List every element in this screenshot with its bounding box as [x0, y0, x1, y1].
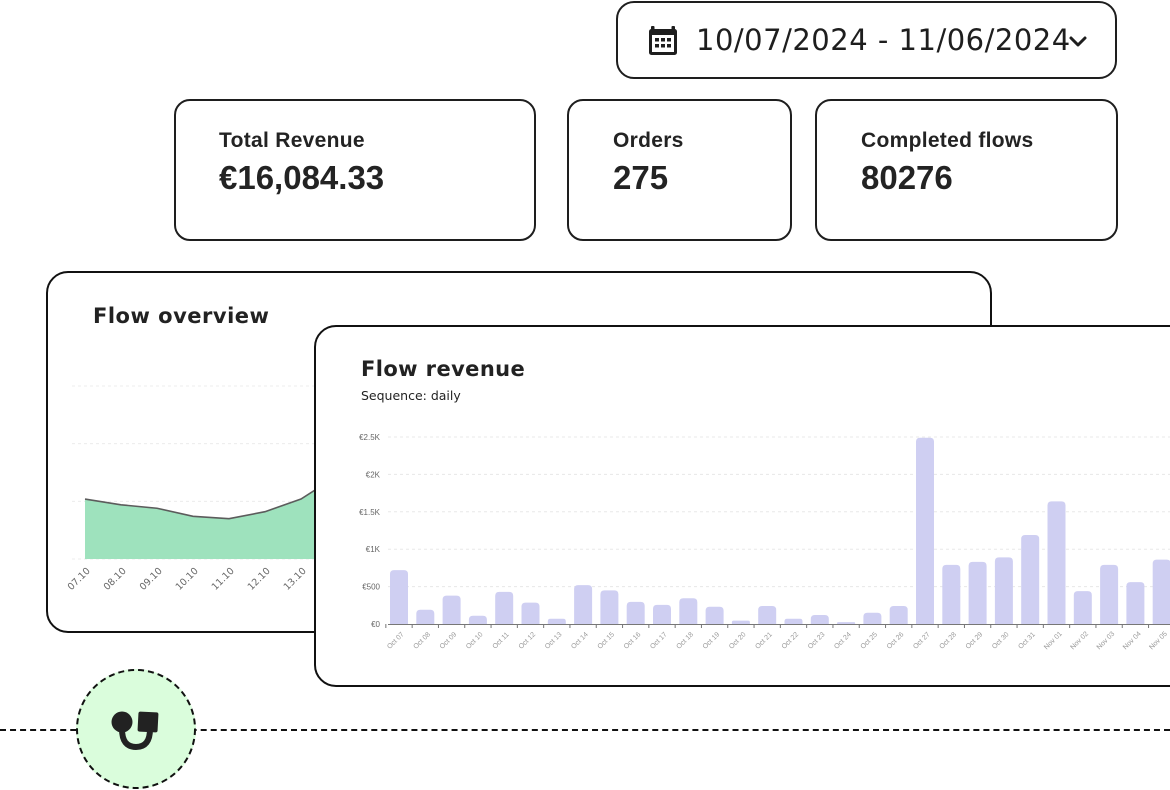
x-tick-label: Oct 20	[728, 631, 748, 651]
bar	[705, 606, 724, 624]
x-tick-label: Oct 12	[518, 631, 538, 651]
bar	[390, 570, 408, 624]
x-tick-label: 08.10	[102, 566, 129, 593]
x-tick-label: Oct 22	[781, 631, 801, 651]
date-range-picker[interactable]: 10/07/2024 - 11/06/2024	[616, 1, 1117, 79]
x-tick-label: Oct 18	[675, 631, 695, 651]
y-tick-label: €1K	[366, 545, 381, 554]
bar	[679, 598, 698, 624]
y-tick-label: €2.5K	[359, 433, 381, 442]
total-revenue-value: €16,084.33	[219, 159, 385, 196]
x-tick-label: Oct 31	[1017, 631, 1037, 651]
y-tick-label: €1.5K	[359, 508, 381, 517]
x-tick-label: Oct 27	[912, 631, 932, 651]
y-tick-label: €2K	[366, 470, 381, 479]
completed-flows-value: 80276	[861, 159, 953, 196]
bar	[1100, 564, 1119, 624]
bar	[442, 595, 461, 624]
x-tick-label: Oct 08	[412, 631, 432, 651]
flow-revenue-panel: Flow revenue Sequence: daily €0 €500 €1K €1…	[314, 325, 1170, 687]
x-tick-label: Nov 05	[1148, 631, 1169, 652]
x-tick-label: Oct 14	[570, 631, 590, 651]
x-tick-label: Oct 07	[386, 631, 406, 651]
x-tick-label: Oct 15	[597, 631, 617, 651]
x-tick-label: 12.10	[246, 566, 273, 593]
orders-value: 275	[613, 159, 669, 196]
bar	[495, 591, 514, 624]
x-tick-label: 07.10	[66, 566, 93, 593]
x-tick-label: Oct 23	[807, 631, 827, 651]
bar	[416, 609, 435, 624]
orders-label: Orders	[613, 129, 684, 152]
y-tick-label: €500	[362, 583, 380, 592]
flow-badge	[76, 669, 196, 789]
x-tick-label: Oct 16	[623, 631, 643, 651]
bar	[521, 602, 540, 624]
bar	[1021, 534, 1040, 624]
x-tick-label: Oct 25	[860, 631, 880, 651]
bar	[810, 615, 829, 624]
bar	[889, 606, 908, 624]
x-tick-label: Oct 24	[833, 631, 853, 651]
date-range-value: 10/07/2024 - 11/06/2024	[696, 23, 1071, 57]
bar	[758, 606, 777, 624]
x-tick-label: Nov 04	[1122, 631, 1143, 652]
bar	[968, 561, 987, 624]
bar	[600, 590, 619, 624]
x-tick-label: Oct 17	[649, 631, 669, 651]
x-tick-label: Oct 28	[938, 631, 958, 651]
total-revenue-label: Total Revenue	[219, 129, 365, 152]
bar	[1126, 582, 1145, 624]
bar	[626, 601, 645, 624]
bar	[574, 585, 593, 624]
bar	[1152, 559, 1170, 624]
x-tick-label: Nov 02	[1069, 631, 1090, 652]
x-tick-label: Oct 11	[492, 631, 511, 650]
bar	[942, 564, 961, 624]
x-tick-label: Oct 26	[886, 631, 906, 651]
x-tick-label: 13.10	[282, 566, 309, 593]
x-tick-label: Nov 03	[1096, 631, 1117, 652]
total-revenue-card: Total Revenue €16,084.33	[174, 99, 536, 241]
x-tick-label: Oct 09	[439, 631, 459, 651]
x-tick-label: Oct 13	[544, 631, 564, 651]
bar	[863, 612, 882, 624]
x-tick-label: Nov 01	[1043, 631, 1064, 652]
chevron-down-icon[interactable]	[1067, 31, 1089, 53]
x-tick-label: 10.10	[174, 566, 201, 593]
bar	[731, 620, 750, 624]
bar	[784, 618, 803, 624]
x-tick-label: Oct 10	[465, 631, 485, 651]
calendar-icon	[649, 26, 677, 55]
bar	[1073, 591, 1092, 624]
bar	[837, 622, 856, 624]
bar	[547, 618, 566, 624]
x-tick-label: 09.10	[138, 566, 165, 593]
flow-connector-icon	[76, 669, 196, 789]
x-tick-label: Oct 29	[965, 631, 985, 651]
x-tick-label: Oct 21	[754, 631, 774, 651]
x-tick-label: Oct 30	[991, 631, 1011, 651]
completed-flows-label: Completed flows	[861, 129, 1034, 152]
bar	[653, 604, 671, 624]
x-tick-label: Oct 19	[702, 631, 722, 651]
completed-flows-card: Completed flows 80276	[815, 99, 1118, 241]
bar	[468, 615, 487, 624]
y-tick-label: €0	[371, 620, 380, 629]
x-tick-label: 11.10	[210, 566, 237, 593]
bar	[1047, 501, 1066, 624]
bar	[994, 557, 1013, 624]
orders-card: Orders 275	[567, 99, 792, 241]
bar	[916, 437, 934, 624]
flow-revenue-chart: €0 €500 €1K €1.5K €2K €2.5K Oct 07 Oct 08 Oct 09…	[359, 433, 1170, 652]
